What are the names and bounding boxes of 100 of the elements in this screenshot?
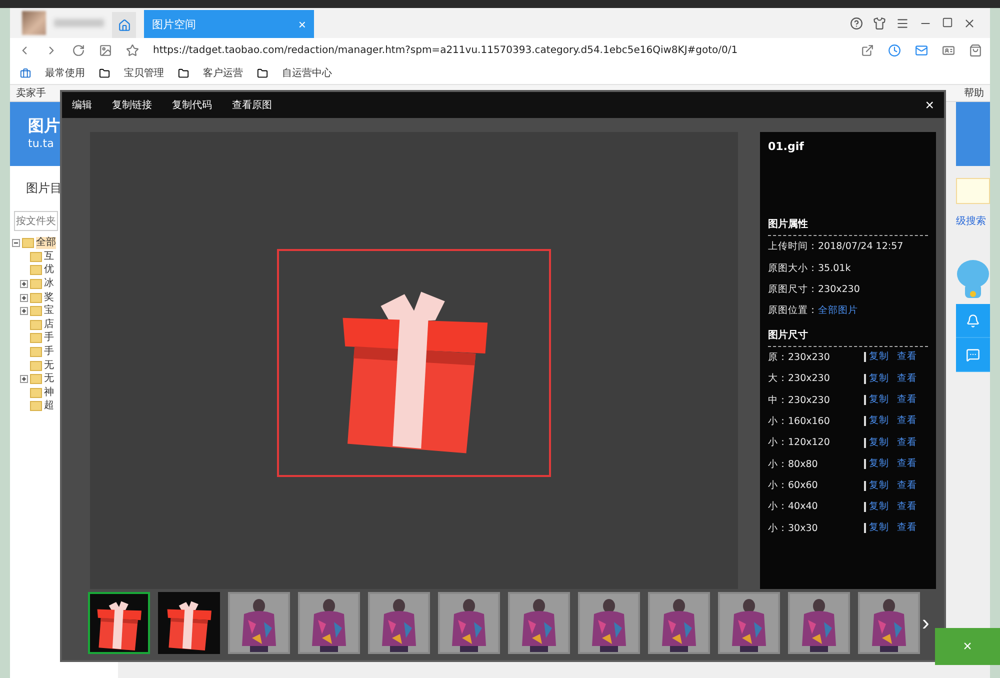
tree-item[interactable]: 神	[44, 386, 54, 399]
copy-link[interactable]: 复制	[869, 523, 889, 534]
folder-icon	[30, 252, 42, 262]
tree-item[interactable]: 店	[44, 318, 54, 331]
tree-item[interactable]: 冰	[44, 278, 54, 290]
section-title: 图片尺寸	[768, 328, 928, 347]
thumbnail[interactable]	[648, 592, 710, 654]
copy-link[interactable]: 复制	[869, 502, 889, 512]
thumbnail[interactable]	[368, 592, 430, 654]
tree-item[interactable]: 无	[44, 373, 54, 386]
expand-icon[interactable]	[20, 294, 28, 302]
image-icon[interactable]	[99, 44, 112, 56]
view-link[interactable]: 查看	[897, 502, 917, 512]
size-value: 60x60	[788, 480, 819, 492]
view-link[interactable]: 查看	[897, 352, 917, 362]
folder-icon	[30, 360, 42, 371]
toolbar-button[interactable]: 复制链接	[112, 98, 152, 112]
thumbnail[interactable]	[508, 592, 570, 654]
tree-item[interactable]: 宝	[44, 305, 54, 318]
home-tab[interactable]	[112, 12, 136, 38]
directory-title: 图片目	[26, 180, 63, 197]
bookmark[interactable]: 宝贝管理	[124, 66, 164, 80]
tree-item[interactable]: 超	[44, 400, 54, 412]
url-field[interactable]: https://tadget.taobao.com/redaction/manager.htm?spm=a211vu.11570393.category.d54.1ebc5e16Qiw8KJ#goto/0/1	[153, 44, 847, 56]
advanced-search-link[interactable]: 级搜索	[956, 214, 990, 228]
folder-icon	[30, 320, 42, 330]
thumbnail[interactable]	[438, 592, 500, 654]
share-icon[interactable]	[861, 44, 874, 56]
view-link[interactable]: 查看	[897, 395, 917, 406]
view-link[interactable]: 查看	[897, 480, 917, 491]
folder-icon	[30, 374, 42, 384]
avatar	[22, 11, 46, 35]
toolbar-button[interactable]: 查看原图	[232, 98, 272, 112]
close-button[interactable]: ×	[925, 96, 934, 114]
thumbnail[interactable]	[228, 592, 290, 654]
size-label: 小：	[768, 458, 788, 471]
search-field[interactable]: 按文件夹	[14, 211, 58, 231]
size-label: 小：	[768, 522, 788, 535]
gift-drawing	[167, 601, 212, 651]
help-icon[interactable]	[850, 16, 863, 30]
reload-icon[interactable]	[72, 44, 85, 56]
card-icon[interactable]	[942, 44, 955, 56]
thumbnail[interactable]	[88, 592, 150, 654]
copy-link[interactable]: 复制	[869, 352, 889, 362]
chat-button[interactable]	[956, 338, 990, 372]
tree-item[interactable]: 手	[44, 332, 54, 344]
view-link[interactable]: 查看	[897, 374, 917, 384]
expand-icon[interactable]	[20, 307, 28, 316]
bookmark[interactable]: 自运营中心	[282, 66, 332, 80]
clock-icon[interactable]	[888, 44, 901, 56]
tree-item[interactable]: 奖	[44, 292, 54, 304]
bookmark[interactable]: 最常使用	[45, 66, 85, 80]
tree-item[interactable]: 优	[44, 264, 54, 276]
menu-icon[interactable]	[896, 16, 909, 30]
help-link[interactable]: 帮助	[964, 86, 984, 100]
thumbnail[interactable]	[158, 592, 220, 654]
size-label: 原：	[768, 350, 788, 364]
tree-item[interactable]: 互	[44, 250, 54, 263]
next-button[interactable]: ›	[922, 610, 930, 636]
close-icon[interactable]	[963, 16, 976, 30]
thumbnail[interactable]	[578, 592, 640, 654]
tree-item[interactable]: 全部	[36, 237, 56, 250]
view-link[interactable]: 查看	[897, 438, 917, 448]
tree-item[interactable]: 无	[44, 360, 54, 372]
expand-icon[interactable]	[20, 280, 28, 288]
copy-link[interactable]: 复制	[869, 459, 889, 470]
star-icon[interactable]	[126, 44, 139, 56]
folder-icon	[30, 401, 42, 412]
shirt-icon[interactable]	[873, 16, 886, 30]
mail-icon[interactable]	[915, 44, 928, 56]
view-link[interactable]: 查看	[897, 416, 917, 426]
copy-link[interactable]: 复制	[869, 480, 889, 491]
property-label: 原图尺寸：	[768, 282, 818, 296]
seller-link[interactable]: 卖家手	[16, 86, 46, 100]
location-link[interactable]: 全部图片	[818, 304, 858, 318]
thumbnail[interactable]	[788, 592, 850, 654]
view-link[interactable]: 查看	[897, 459, 917, 470]
user-name	[54, 19, 104, 27]
copy-link[interactable]: 复制	[869, 374, 889, 384]
size-label: 小：	[768, 436, 788, 450]
gift-drawing	[97, 601, 142, 651]
expand-icon[interactable]	[20, 375, 28, 384]
bookmark[interactable]: 客户运营	[203, 66, 243, 80]
folder-icon	[30, 265, 42, 276]
bag-icon[interactable]	[969, 44, 982, 56]
size-value: 80x80	[788, 458, 819, 470]
notification-button[interactable]	[956, 304, 990, 338]
thumbnail[interactable]	[298, 592, 360, 654]
collapse-icon[interactable]	[12, 239, 20, 248]
toolbar-button[interactable]: 编辑	[72, 98, 92, 112]
copy-link[interactable]: 复制	[869, 438, 889, 448]
thumbnail[interactable]	[858, 592, 920, 654]
thumbnail[interactable]	[718, 592, 780, 654]
maximize-icon[interactable]	[942, 16, 953, 28]
copy-link[interactable]: 复制	[869, 416, 889, 426]
toolbar-button[interactable]: 复制代码	[172, 98, 212, 112]
view-link[interactable]: 查看	[897, 523, 917, 534]
copy-link[interactable]: 复制	[869, 395, 889, 406]
folder-icon	[22, 238, 34, 248]
tree-item[interactable]: 手	[44, 346, 54, 358]
